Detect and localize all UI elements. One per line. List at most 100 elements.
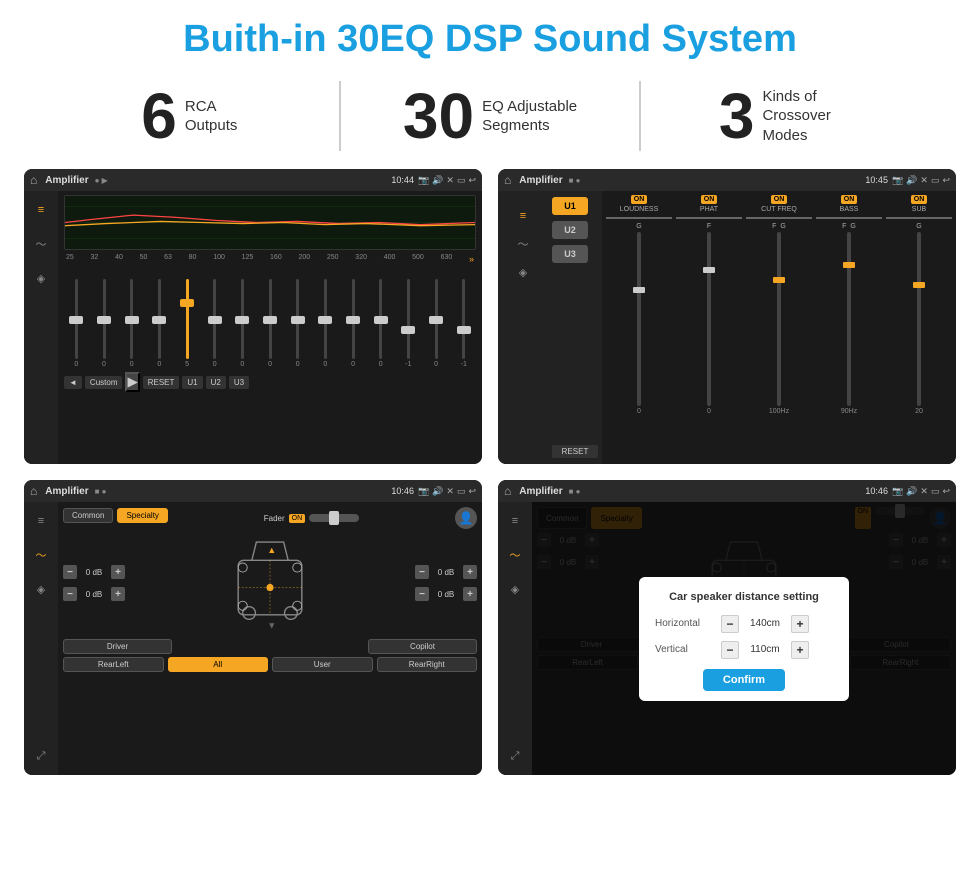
sub-slider[interactable] [917,232,921,406]
eq-sliders: 0 0 0 0 5 [64,268,476,368]
rl-minus[interactable]: − [63,587,77,601]
amp2-left-panel: ≡ 〜 ◈ [498,191,548,464]
eq-slider-10[interactable]: 0 [341,279,366,368]
eq-slider-0[interactable]: 0 [64,279,89,368]
volume-icon: 🔊 [432,175,443,186]
fl-minus[interactable]: − [63,565,77,579]
speaker-icon-2[interactable]: ◈ [512,261,534,283]
tb-title-speaker: Amplifier [45,486,88,497]
tab-specialty[interactable]: Specialty [117,508,167,523]
channel-phat: ON PHAT F 0 [676,195,742,415]
speaker-icon-3[interactable]: ◈ [30,578,52,600]
eq-slider-14[interactable]: -1 [451,279,476,368]
tb-title-dialog: Amplifier [519,486,562,497]
minimize-icon: ▭ [457,175,466,186]
bass-slider[interactable] [847,232,851,406]
horizontal-plus-button[interactable]: + [791,615,809,633]
eq-slider-8[interactable]: 0 [285,279,310,368]
topbar-amp2: ⌂ Amplifier ■ ● 10:45 📷 🔊 ✕ ▭ ↩ [498,169,956,191]
eq-slider-6[interactable]: 0 [230,279,255,368]
btn-driver[interactable]: Driver [63,639,172,654]
expand-icon-3[interactable]: ⤢ [30,745,52,767]
user-icon[interactable]: 👤 [455,507,477,529]
chan-label-bass: BASS [840,206,859,213]
wave-icon-3[interactable]: 〜 [30,544,52,566]
right-db-controls: − 0 dB + − 0 dB + [415,565,477,601]
db-row-rr: − 0 dB + [415,587,477,601]
volume-icon-3: 🔊 [432,486,443,497]
tab-common[interactable]: Common [63,508,113,523]
eq-slider-11[interactable]: 0 [368,279,393,368]
speaker-side-icons: ≡ 〜 ◈ ⤢ [24,502,58,775]
camera-icon: 📷 [418,175,429,186]
amp2-channels-row: ON LOUDNESS G 0 ON PHAT F [606,195,952,415]
u2-button[interactable]: U2 [552,221,588,239]
stat-eq: 30 EQ AdjustableSegments [361,84,620,148]
eq-custom-button[interactable]: Custom [85,376,123,389]
eq-slider-4[interactable]: 5 [175,279,200,368]
speaker-icon[interactable]: ◈ [30,267,52,289]
expand-icon-4[interactable]: ⤢ [504,745,526,767]
fader-slider[interactable] [309,514,359,522]
wave-icon-4[interactable]: 〜 [504,544,526,566]
eq-screen-content: ≡ 〜 ◈ [24,191,482,464]
eq-u3-button[interactable]: U3 [229,376,249,389]
btn-rearright[interactable]: RearRight [377,657,478,672]
chan-label-cutfreq: CUT FREQ [761,206,797,213]
eq-slider-9[interactable]: 0 [313,279,338,368]
eq-slider-1[interactable]: 0 [92,279,117,368]
fr-minus[interactable]: − [415,565,429,579]
rl-plus[interactable]: + [111,587,125,601]
rr-plus[interactable]: + [463,587,477,601]
fl-db-value: 0 dB [80,568,108,577]
eq-icon-2[interactable]: ≡ [512,205,534,227]
dialog-overlay: Car speaker distance setting Horizontal … [532,502,956,775]
cutfreq-slider[interactable] [777,232,781,406]
eq-prev-button[interactable]: ◄ [64,376,82,389]
topbar-eq: ⌂ Amplifier ● ▶ 10:44 📷 🔊 ✕ ▭ ↩ [24,169,482,191]
home-icon-2: ⌂ [504,173,511,187]
horizontal-minus-button[interactable]: − [721,615,739,633]
rr-minus[interactable]: − [415,587,429,601]
eq-play-button[interactable]: ▶ [125,372,139,392]
btn-all[interactable]: All [168,657,269,672]
speaker-screen-content: ≡ 〜 ◈ ⤢ Common Specialty Fader ON [24,502,482,775]
eq-u2-button[interactable]: U2 [206,376,226,389]
btn-user[interactable]: User [272,657,373,672]
eq-icon[interactable]: ≡ [30,199,52,221]
loudness-slider[interactable] [637,232,641,406]
eq-slider-12[interactable]: -1 [396,279,421,368]
btn-copilot[interactable]: Copilot [368,639,477,654]
wave-icon[interactable]: 〜 [30,233,52,255]
topbar-dialog: ⌂ Amplifier ■ ● 10:46 📷 🔊 ✕ ▭ ↩ [498,480,956,502]
u1-button[interactable]: U1 [552,197,588,215]
wave-icon-2[interactable]: 〜 [512,233,534,255]
channel-cutfreq: ON CUT FREQ FG 100Hz [746,195,812,415]
speaker-icon-4[interactable]: ◈ [504,578,526,600]
eq-icon-3[interactable]: ≡ [30,510,52,532]
phat-slider[interactable] [707,232,711,406]
vertical-plus-button[interactable]: + [791,641,809,659]
eq-slider-5[interactable]: 0 [202,279,227,368]
db-row-rl: − 0 dB + [63,587,125,601]
fl-plus[interactable]: + [111,565,125,579]
eq-u1-button[interactable]: U1 [182,376,202,389]
eq-icon-4[interactable]: ≡ [504,510,526,532]
u3-button[interactable]: U3 [552,245,588,263]
confirm-button[interactable]: Confirm [703,669,785,691]
fr-plus[interactable]: + [463,565,477,579]
btn-rearleft[interactable]: RearLeft [63,657,164,672]
eq-slider-3[interactable]: 0 [147,279,172,368]
eq-slider-2[interactable]: 0 [119,279,144,368]
amp2-reset[interactable]: RESET [552,445,598,458]
eq-reset-button[interactable]: RESET [143,376,180,389]
stat-number-eq: 30 [403,84,474,148]
db-row-fr: − 0 dB + [415,565,477,579]
camera-icon-3: 📷 [418,486,429,497]
speaker-bottom-btns: Driver Copilot [63,639,477,654]
eq-slider-7[interactable]: 0 [258,279,283,368]
dialog-box: Car speaker distance setting Horizontal … [639,577,849,701]
eq-slider-13[interactable]: 0 [424,279,449,368]
vertical-minus-button[interactable]: − [721,641,739,659]
dialog-horizontal-row: Horizontal − 140cm + [655,615,833,633]
